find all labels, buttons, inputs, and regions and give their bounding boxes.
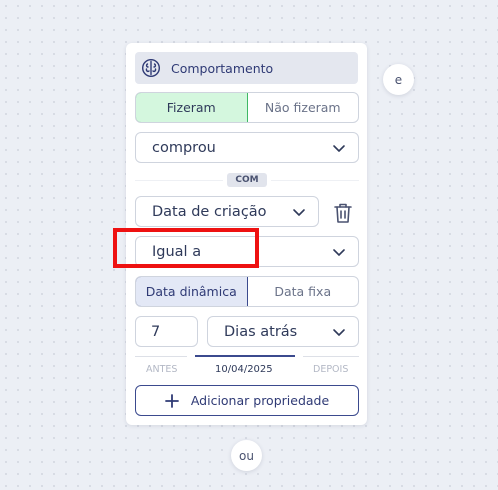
unit-select-value: Dias atrás: [224, 323, 298, 340]
add-property-button[interactable]: Adicionar propriedade: [135, 385, 359, 416]
option-data-dinamica[interactable]: Data dinâmica: [136, 277, 248, 306]
timeline-current-segment: [195, 355, 295, 357]
plus-icon: [164, 393, 179, 408]
timeline-before-label: ANTES: [146, 364, 178, 375]
or-button[interactable]: ou: [231, 440, 262, 471]
chevron-down-icon: [332, 325, 346, 339]
unit-select[interactable]: Dias atrás: [207, 316, 359, 347]
chevron-down-icon: [292, 205, 306, 219]
property-select[interactable]: Data de criação: [135, 196, 319, 227]
chevron-down-icon: [332, 141, 346, 155]
brain-icon: [141, 58, 161, 78]
option-data-fixa[interactable]: Data fixa: [248, 277, 359, 306]
timeline-after-label: DEPOIS: [313, 364, 349, 375]
offset-input[interactable]: 7: [135, 316, 198, 347]
timeline-before-segment: [135, 356, 187, 357]
date-mode-toggle: Data dinâmica Data fixa: [135, 276, 359, 307]
event-select[interactable]: comprou: [135, 132, 359, 163]
chevron-down-icon: [332, 245, 346, 259]
divider-right: [271, 180, 359, 181]
highlight-box: [113, 228, 259, 268]
option-nao-fizeram[interactable]: Não fizeram: [248, 93, 359, 122]
add-property-label: Adicionar propriedade: [190, 393, 330, 408]
event-select-value: comprou: [152, 139, 216, 156]
property-select-value: Data de criação: [152, 203, 267, 220]
date-timeline: ANTES 10/04/2025 DEPOIS: [135, 354, 359, 380]
trash-icon[interactable]: [331, 201, 355, 225]
connector-badge: COM: [227, 173, 267, 187]
timeline-date-label: 10/04/2025: [215, 364, 273, 375]
card-title: Comportamento: [171, 60, 274, 76]
card-header: Comportamento: [135, 52, 358, 84]
timeline-after-segment: [303, 356, 359, 357]
and-button[interactable]: e: [383, 64, 414, 95]
option-fizeram[interactable]: Fizeram: [136, 93, 248, 122]
behavior-toggle: Fizeram Não fizeram: [135, 92, 359, 123]
divider-left: [135, 180, 223, 181]
